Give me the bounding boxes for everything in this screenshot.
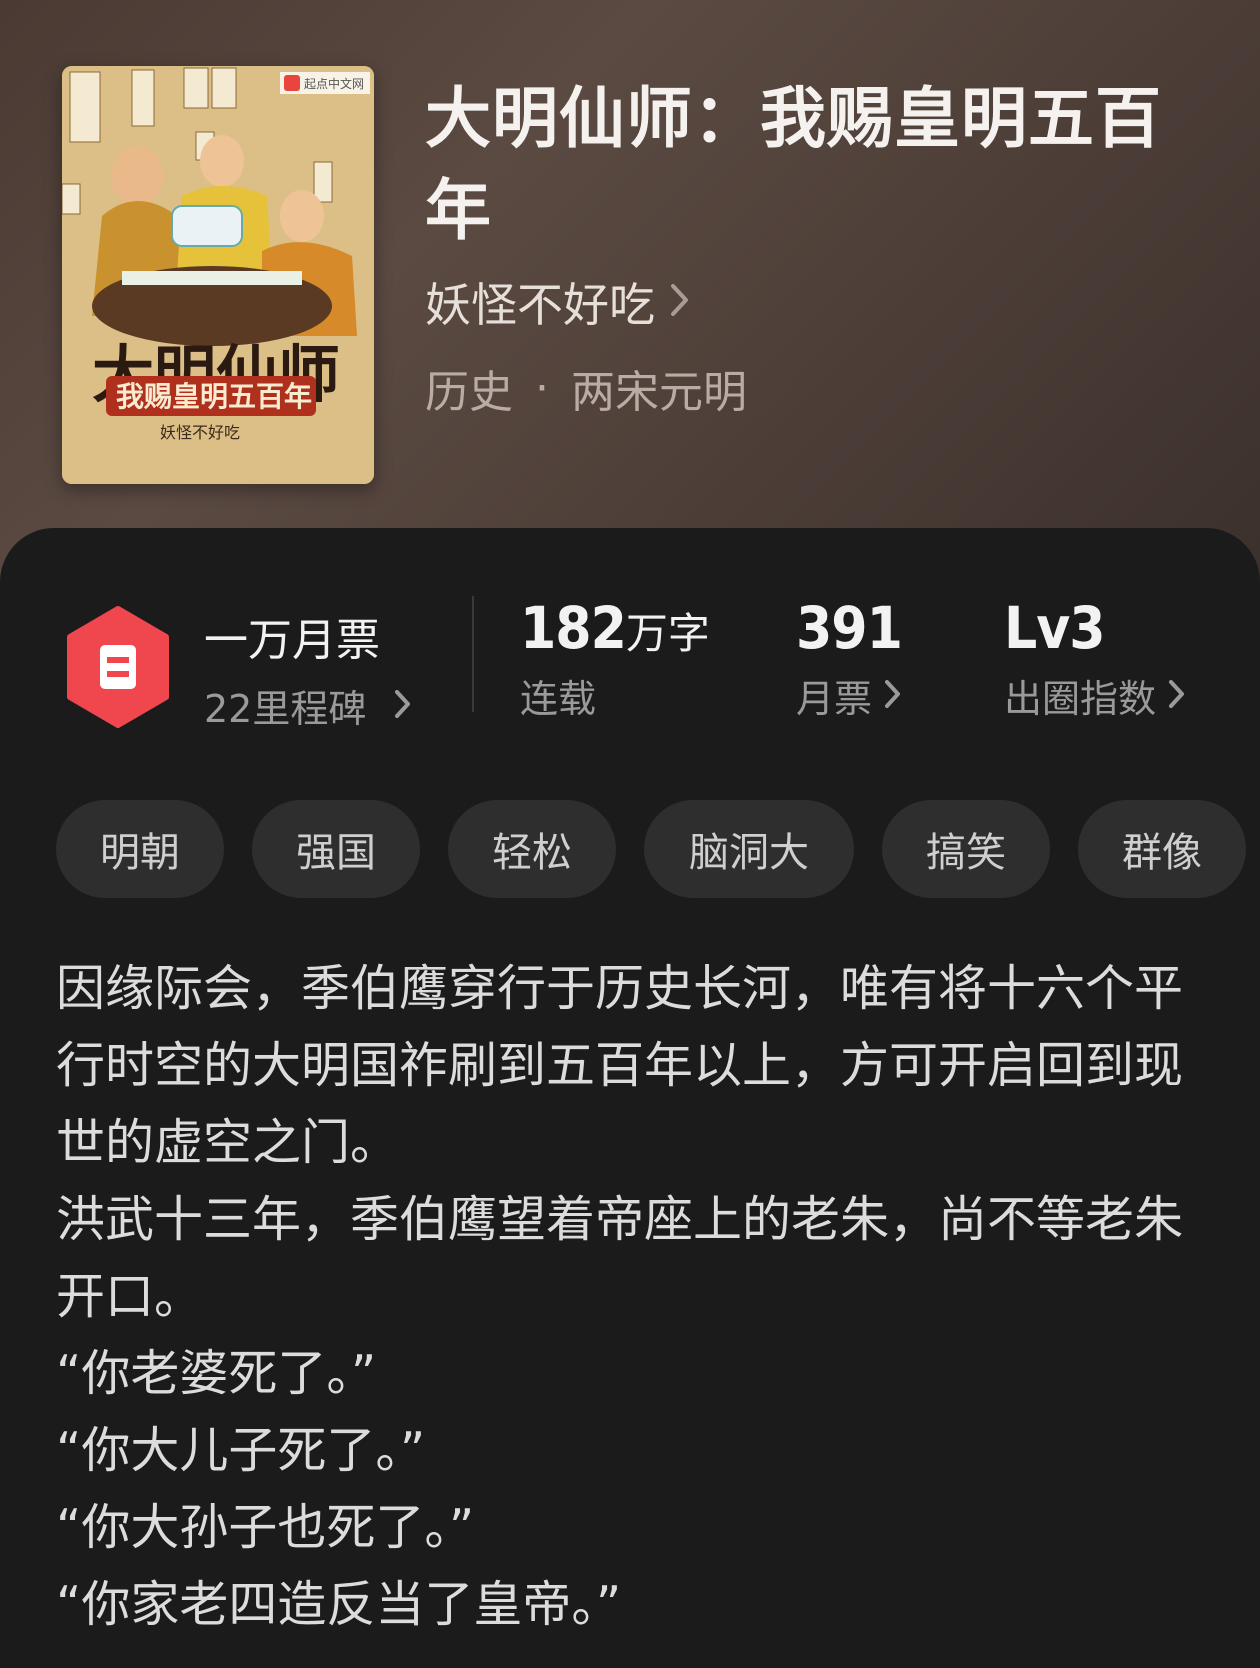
description-paragraph: 洪武十三年，季伯鹰望着帝座上的老朱，尚不等老朱开口。 <box>56 1191 1184 1325</box>
monthly-tickets-stat[interactable]: 391 月票 <box>796 594 903 723</box>
chevron-right-icon <box>394 684 412 728</box>
breakout-index-label: 出圈指数 <box>1004 677 1157 721</box>
description-paragraph: “你大孙子也死了。” <box>56 1499 475 1556</box>
description-paragraph: “你老婆死了。” <box>56 1345 377 1402</box>
book-description[interactable]: 因缘际会，季伯鹰穿行于历史长河，唯有将十六个平行时空的大明国祚刷到五百年以上，方… <box>56 950 1216 1643</box>
author-name: 妖怪不好吃 <box>425 278 655 332</box>
tag-chip[interactable]: 群像 <box>1078 800 1246 898</box>
monthly-tickets-number: 391 <box>796 594 903 662</box>
word-count-stat: 182万字 连载 <box>520 594 710 723</box>
chevron-right-icon <box>1168 674 1186 718</box>
genre-separator: · <box>535 362 549 414</box>
ticket-badge-icon[interactable] <box>62 605 174 729</box>
svg-text:妖怪不好吃: 妖怪不好吃 <box>160 423 240 442</box>
author-link[interactable]: 妖怪不好吃 <box>425 272 691 332</box>
cover-illustration: 大明仙师 我赐皇明五百年 妖怪不好吃 起点中文网 <box>62 66 374 484</box>
chevron-right-icon <box>669 275 691 329</box>
svg-text:起点中文网: 起点中文网 <box>304 76 364 91</box>
word-count-number: 182 <box>520 594 627 662</box>
ticket-milestone-subtitle: 22里程碑 <box>204 687 367 731</box>
chevron-right-icon <box>884 674 902 718</box>
stat-divider <box>472 596 474 712</box>
book-title: 大明仙师：我赐皇明五百年 <box>425 79 1162 249</box>
word-count-label: 连载 <box>520 677 597 721</box>
book-cover[interactable]: 大明仙师 我赐皇明五百年 妖怪不好吃 起点中文网 <box>62 66 374 484</box>
tag-chip[interactable]: 轻松 <box>448 800 616 898</box>
monthly-tickets-label: 月票 <box>796 677 873 721</box>
tag-chip[interactable]: 明朝 <box>56 800 224 898</box>
breakout-index-number: Lv3 <box>1004 594 1106 662</box>
genre-row: 历史 · 两宋元明 <box>425 356 747 420</box>
genre-subcategory: 两宋元明 <box>571 367 747 418</box>
tag-list: 明朝 强国 轻松 脑洞大 搞笑 群像 <box>0 800 1260 900</box>
ticket-milestone[interactable]: 一万月票 22里程碑 <box>204 604 412 733</box>
svg-text:我赐皇明五百年: 我赐皇明五百年 <box>116 380 312 413</box>
tag-chip[interactable]: 搞笑 <box>882 800 1050 898</box>
tag-chip[interactable]: 强国 <box>252 800 420 898</box>
ticket-milestone-title: 一万月票 <box>204 615 380 666</box>
breakout-index-stat[interactable]: Lv3 出圈指数 <box>1004 594 1186 723</box>
description-paragraph: “你家老四造反当了皇帝。” <box>56 1576 622 1633</box>
word-count-unit: 万字 <box>625 609 710 658</box>
genre-category: 历史 <box>425 367 513 418</box>
tag-chip[interactable]: 脑洞大 <box>644 800 854 898</box>
description-paragraph: “你大儿子死了。” <box>56 1422 426 1479</box>
description-paragraph: 因缘际会，季伯鹰穿行于历史长河，唯有将十六个平行时空的大明国祚刷到五百年以上，方… <box>56 960 1184 1171</box>
